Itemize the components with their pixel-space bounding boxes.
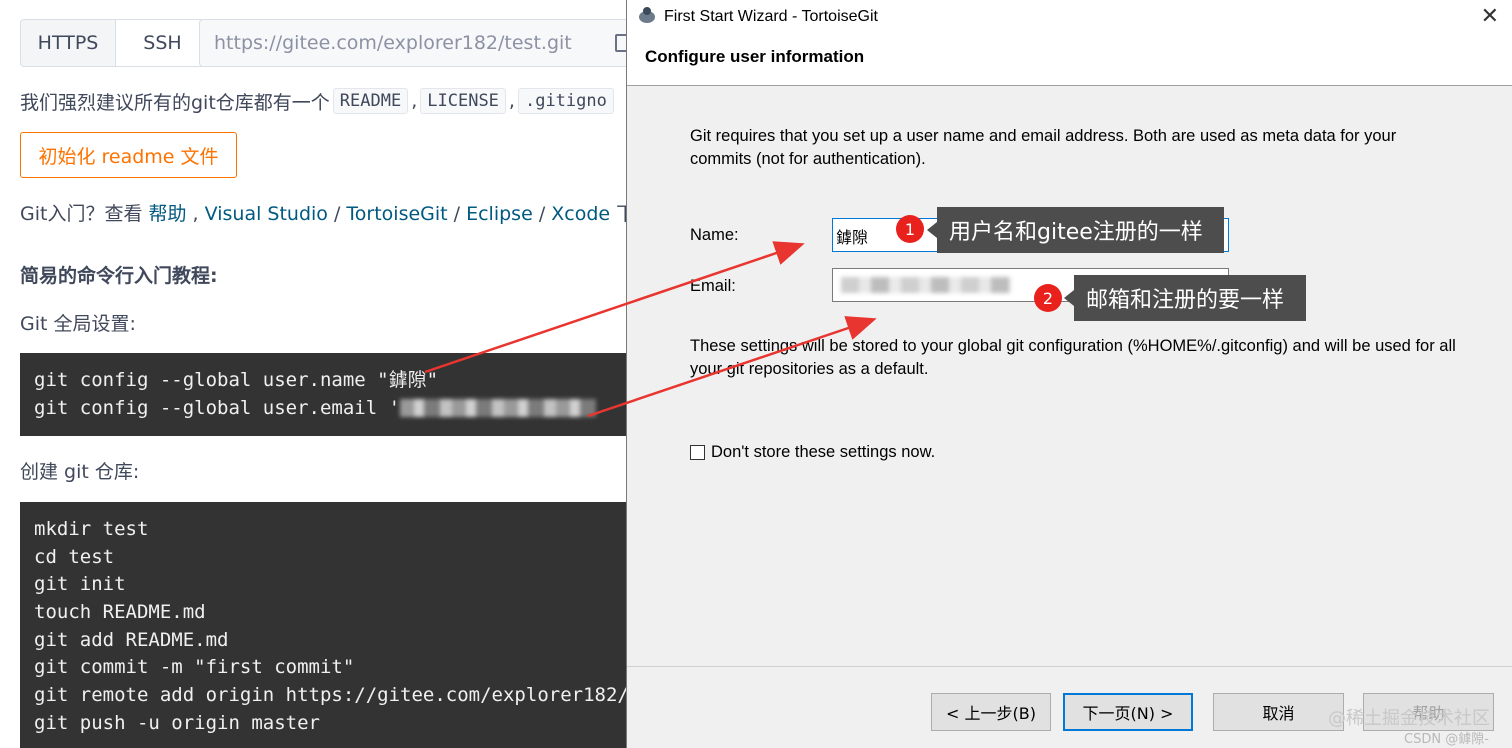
create-repo-code: mkdir test cd test git init touch README… [20,502,626,748]
footer-divider [627,666,1512,667]
copy-icon[interactable] [615,34,626,52]
dialog-titlebar[interactable]: First Start Wizard - TortoiseGit ✕ [627,0,1512,34]
tortoisegit-icon [637,7,657,27]
recommend-line: 我们强烈建议所有的git仓库都有一个 README, LICENSE, .git… [20,86,617,116]
repo-url-text: https://gitee.com/explorer182/test.git [214,32,572,54]
checkbox-box[interactable] [690,445,705,460]
checkbox-label: Don't store these settings now. [711,443,936,461]
code-line: git remote add origin https://gitee.com/… [34,684,626,707]
global-settings-label: Git 全局设置: [20,313,136,335]
code-line: git config --global user.email ' [34,395,626,423]
description-text: Git requires that you set up a user name… [690,127,1397,168]
license-chip: LICENSE [420,88,506,114]
next-button[interactable]: 下一页(N) > [1063,693,1193,731]
wizard-header: Configure user information [627,34,1512,86]
repo-url-field[interactable]: https://gitee.com/explorer182/test.git [199,19,626,67]
eclipse-link[interactable]: Eclipse [466,203,533,225]
juejin-watermark: @稀土掘金技术社区 [1328,708,1490,729]
help-suffix: 下如 [616,203,626,225]
code-line: git add README.md [34,628,229,651]
callout-email-text: 邮箱和注册的要一样 [1086,288,1285,313]
chip-separator: , [411,90,418,112]
code-line: git config --global user.name "鎼隙" [34,369,439,391]
settings-note: These settings will be stored to your gl… [690,337,1456,378]
code-line: touch README.md [34,601,206,624]
code-line: git commit -m "first commit" [34,656,355,679]
xcode-link[interactable]: Xcode [551,203,610,225]
email-label: Email: [690,277,736,295]
create-repo-label: 创建 git 仓库: [20,461,140,483]
csdn-watermark: CSDN @鎼隙- [1404,732,1489,747]
name-value: 鎼隙 [836,228,869,247]
recommend-text: 我们强烈建议所有的git仓库都有一个 [20,91,330,114]
wizard-page-title: Configure user information [645,47,865,66]
code-line: cd test [34,545,115,568]
code-line: git init [34,573,126,596]
redacted-email [400,399,597,418]
gitignore-chip: .gitigno [517,88,614,114]
help-line: Git入门？查看 帮助 , Visual Studio / TortoiseGi… [20,199,626,226]
callout-username: 用户名和gitee注册的一样 [927,207,1224,253]
back-button[interactable]: < 上一步(B) [931,693,1051,731]
redacted-email [841,277,1011,293]
close-icon[interactable]: ✕ [1481,4,1499,29]
global-config-code: git config --global user.name "鎼隙" git c… [20,353,626,436]
chip-separator: , [508,90,515,112]
name-label: Name: [690,226,739,244]
help-link[interactable]: 帮助 [149,203,187,225]
callout-number-2: 2 [1034,284,1062,312]
dont-store-checkbox[interactable]: Don't store these settings now. [690,443,935,462]
tortoisegit-link[interactable]: TortoiseGit [346,203,447,225]
tutorial-title: 简易的命令行入门教程: [20,265,218,287]
code-line-text: git config --global user.email ' [34,396,401,419]
init-readme-button[interactable]: 初始化 readme 文件 [20,132,237,178]
readme-chip: README [332,88,409,114]
callout-email: 邮箱和注册的要一样 [1064,275,1306,321]
first-start-wizard-dialog: First Start Wizard - TortoiseGit ✕ Confi… [626,0,1512,748]
callout-username-text: 用户名和gitee注册的一样 [949,220,1203,245]
gitee-page: HTTPS SSH https://gitee.com/explorer182/… [0,0,626,748]
https-tab[interactable]: HTTPS [21,20,115,66]
ssh-tab[interactable]: SSH [115,20,209,66]
code-line: git push -u origin master [34,711,320,734]
visual-studio-link[interactable]: Visual Studio [205,203,328,225]
help-prefix: Git入门？查看 [20,203,143,225]
callout-number-1: 1 [896,215,924,243]
cancel-button[interactable]: 取消 [1213,693,1344,731]
protocol-switch: HTTPS SSH [20,19,210,67]
dialog-title: First Start Wizard - TortoiseGit [664,8,878,25]
code-line: mkdir test [34,518,149,540]
